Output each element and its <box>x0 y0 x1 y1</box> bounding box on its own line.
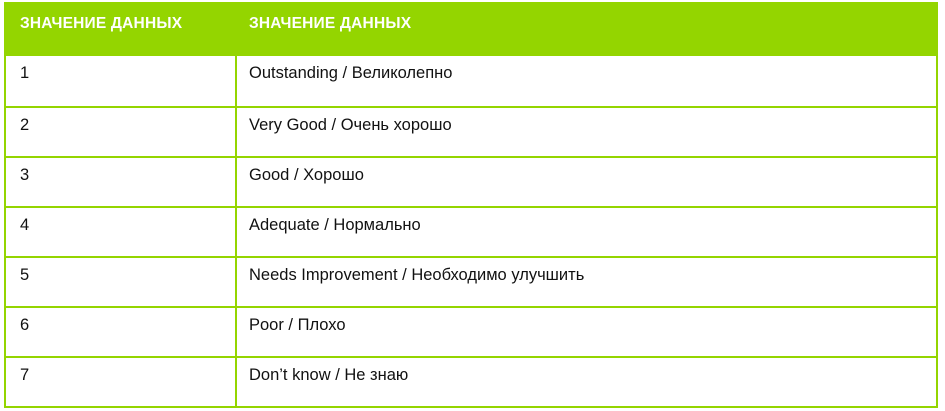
table-row: 5 Needs Improvement / Необходимо улучшит… <box>6 256 936 306</box>
table-header-row: ЗНАЧЕНИЕ ДАННЫХ ЗНАЧЕНИЕ ДАННЫХ <box>6 4 936 56</box>
row-label-cell: Poor / Плохо <box>249 316 346 334</box>
row-value-cell: 5 <box>6 258 237 306</box>
row-value-cell: 7 <box>6 358 237 406</box>
row-label-cell: Adequate / Нормально <box>249 216 421 234</box>
rating-scale-table: ЗНАЧЕНИЕ ДАННЫХ ЗНАЧЕНИЕ ДАННЫХ 1 Outsta… <box>4 2 938 408</box>
row-label-cell: Outstanding / Великолепно <box>249 64 453 82</box>
row-label-cell: Don’t know / Не знаю <box>249 366 409 384</box>
row-value-cell: 2 <box>6 108 237 156</box>
table-row: 2 Very Good / Очень хорошо <box>6 106 936 156</box>
header-cell-value: ЗНАЧЕНИЕ ДАННЫХ <box>20 15 183 32</box>
table-row: 4 Adequate / Нормально <box>6 206 936 256</box>
table-body: 1 Outstanding / Великолепно 2 Very Good … <box>6 56 936 406</box>
table-row: 1 Outstanding / Великолепно <box>6 56 936 106</box>
row-label-cell: Good / Хорошо <box>249 166 364 184</box>
table-row: 6 Poor / Плохо <box>6 306 936 356</box>
row-value-cell: 1 <box>6 56 237 106</box>
table-row: 3 Good / Хорошо <box>6 156 936 206</box>
row-value-cell: 6 <box>6 308 237 356</box>
row-label-cell: Needs Improvement / Необходимо улучшить <box>249 266 585 284</box>
row-value-cell: 4 <box>6 208 237 256</box>
header-cell-meaning: ЗНАЧЕНИЕ ДАННЫХ <box>249 15 412 32</box>
row-value-cell: 3 <box>6 158 237 206</box>
table-row: 7 Don’t know / Не знаю <box>6 356 936 406</box>
row-label-cell: Very Good / Очень хорошо <box>249 116 452 134</box>
